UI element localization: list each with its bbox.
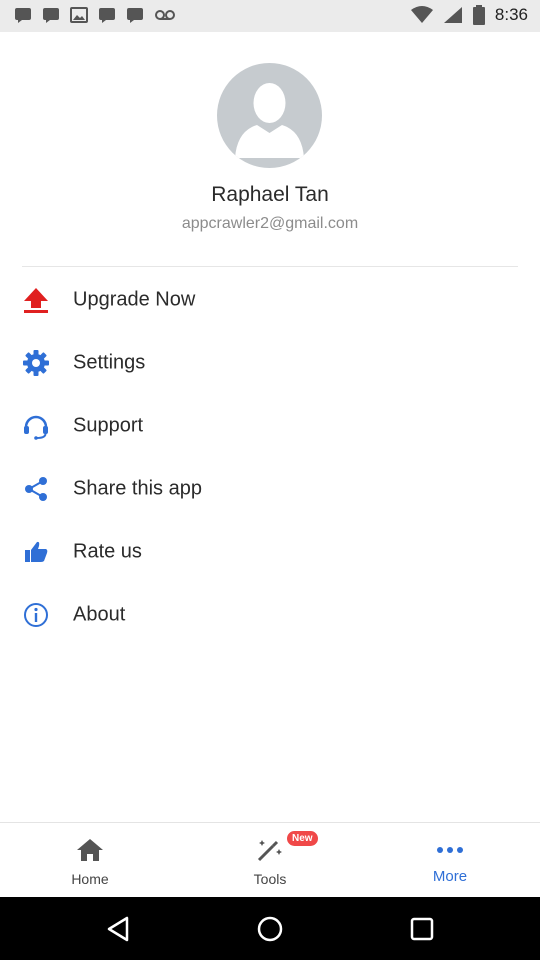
upload-arrow-icon [22,286,50,314]
headset-icon [22,412,50,440]
back-icon[interactable] [104,915,132,943]
menu-item-label: About [73,603,126,625]
recents-icon[interactable] [408,915,436,943]
tab-label: Tools [253,871,287,887]
home-circle-icon[interactable] [256,915,284,943]
tab-label: More [432,868,468,885]
thumbs-up-icon [22,538,50,566]
menu-item-label: Upgrade Now [73,288,196,310]
menu-item-upgrade-now[interactable]: Upgrade Now [0,268,540,331]
system-nav-bar [0,897,540,960]
tab-home[interactable]: Home [0,823,180,898]
tab-tools[interactable]: New Tools [180,823,360,898]
message-icon [15,8,31,23]
tab-more[interactable]: More [360,823,540,898]
tab-label: Home [71,871,109,887]
magic-wand-icon [255,837,285,863]
share-icon [22,475,50,503]
battery-icon [472,5,485,25]
more-dots-icon [435,837,465,863]
message-icon [127,8,143,23]
menu-item-support[interactable]: Support [0,394,540,457]
menu-item-share-this-app[interactable]: Share this app [0,457,540,520]
message-icon [43,8,59,23]
info-icon [22,601,50,629]
new-badge: New [287,831,318,846]
system-status-icons: 8:36 [410,5,528,25]
home-icon [75,837,105,863]
menu-item-label: Support [73,414,144,436]
user-email: appcrawler2@gmail.com [181,215,359,232]
wifi-icon [410,6,433,23]
notification-icons [14,6,176,24]
menu-item-label: Share this app [73,477,202,499]
profile-header: Raphael Tan appcrawler2@gmail.com [0,32,540,266]
message-icon [99,8,115,23]
avatar[interactable] [217,63,322,168]
gear-icon [22,349,50,377]
image-icon [70,7,88,23]
voicemail-icon [155,10,175,20]
menu-item-rate-us[interactable]: Rate us [0,520,540,583]
menu-item-about[interactable]: About [0,583,540,646]
menu-item-settings[interactable]: Settings [0,331,540,394]
status-bar: 8:36 [0,0,540,32]
divider [22,266,518,267]
menu-item-label: Rate us [73,540,142,562]
bottom-nav: Home New Tools More [0,822,540,897]
signal-icon [443,7,462,23]
person-placeholder-icon [235,83,304,158]
menu-item-label: Settings [73,351,146,373]
menu-list: Upgrade Now Settings Support Share this … [0,268,540,646]
user-name: Raphael Tan [211,183,329,206]
clock: 8:36 [494,5,528,24]
